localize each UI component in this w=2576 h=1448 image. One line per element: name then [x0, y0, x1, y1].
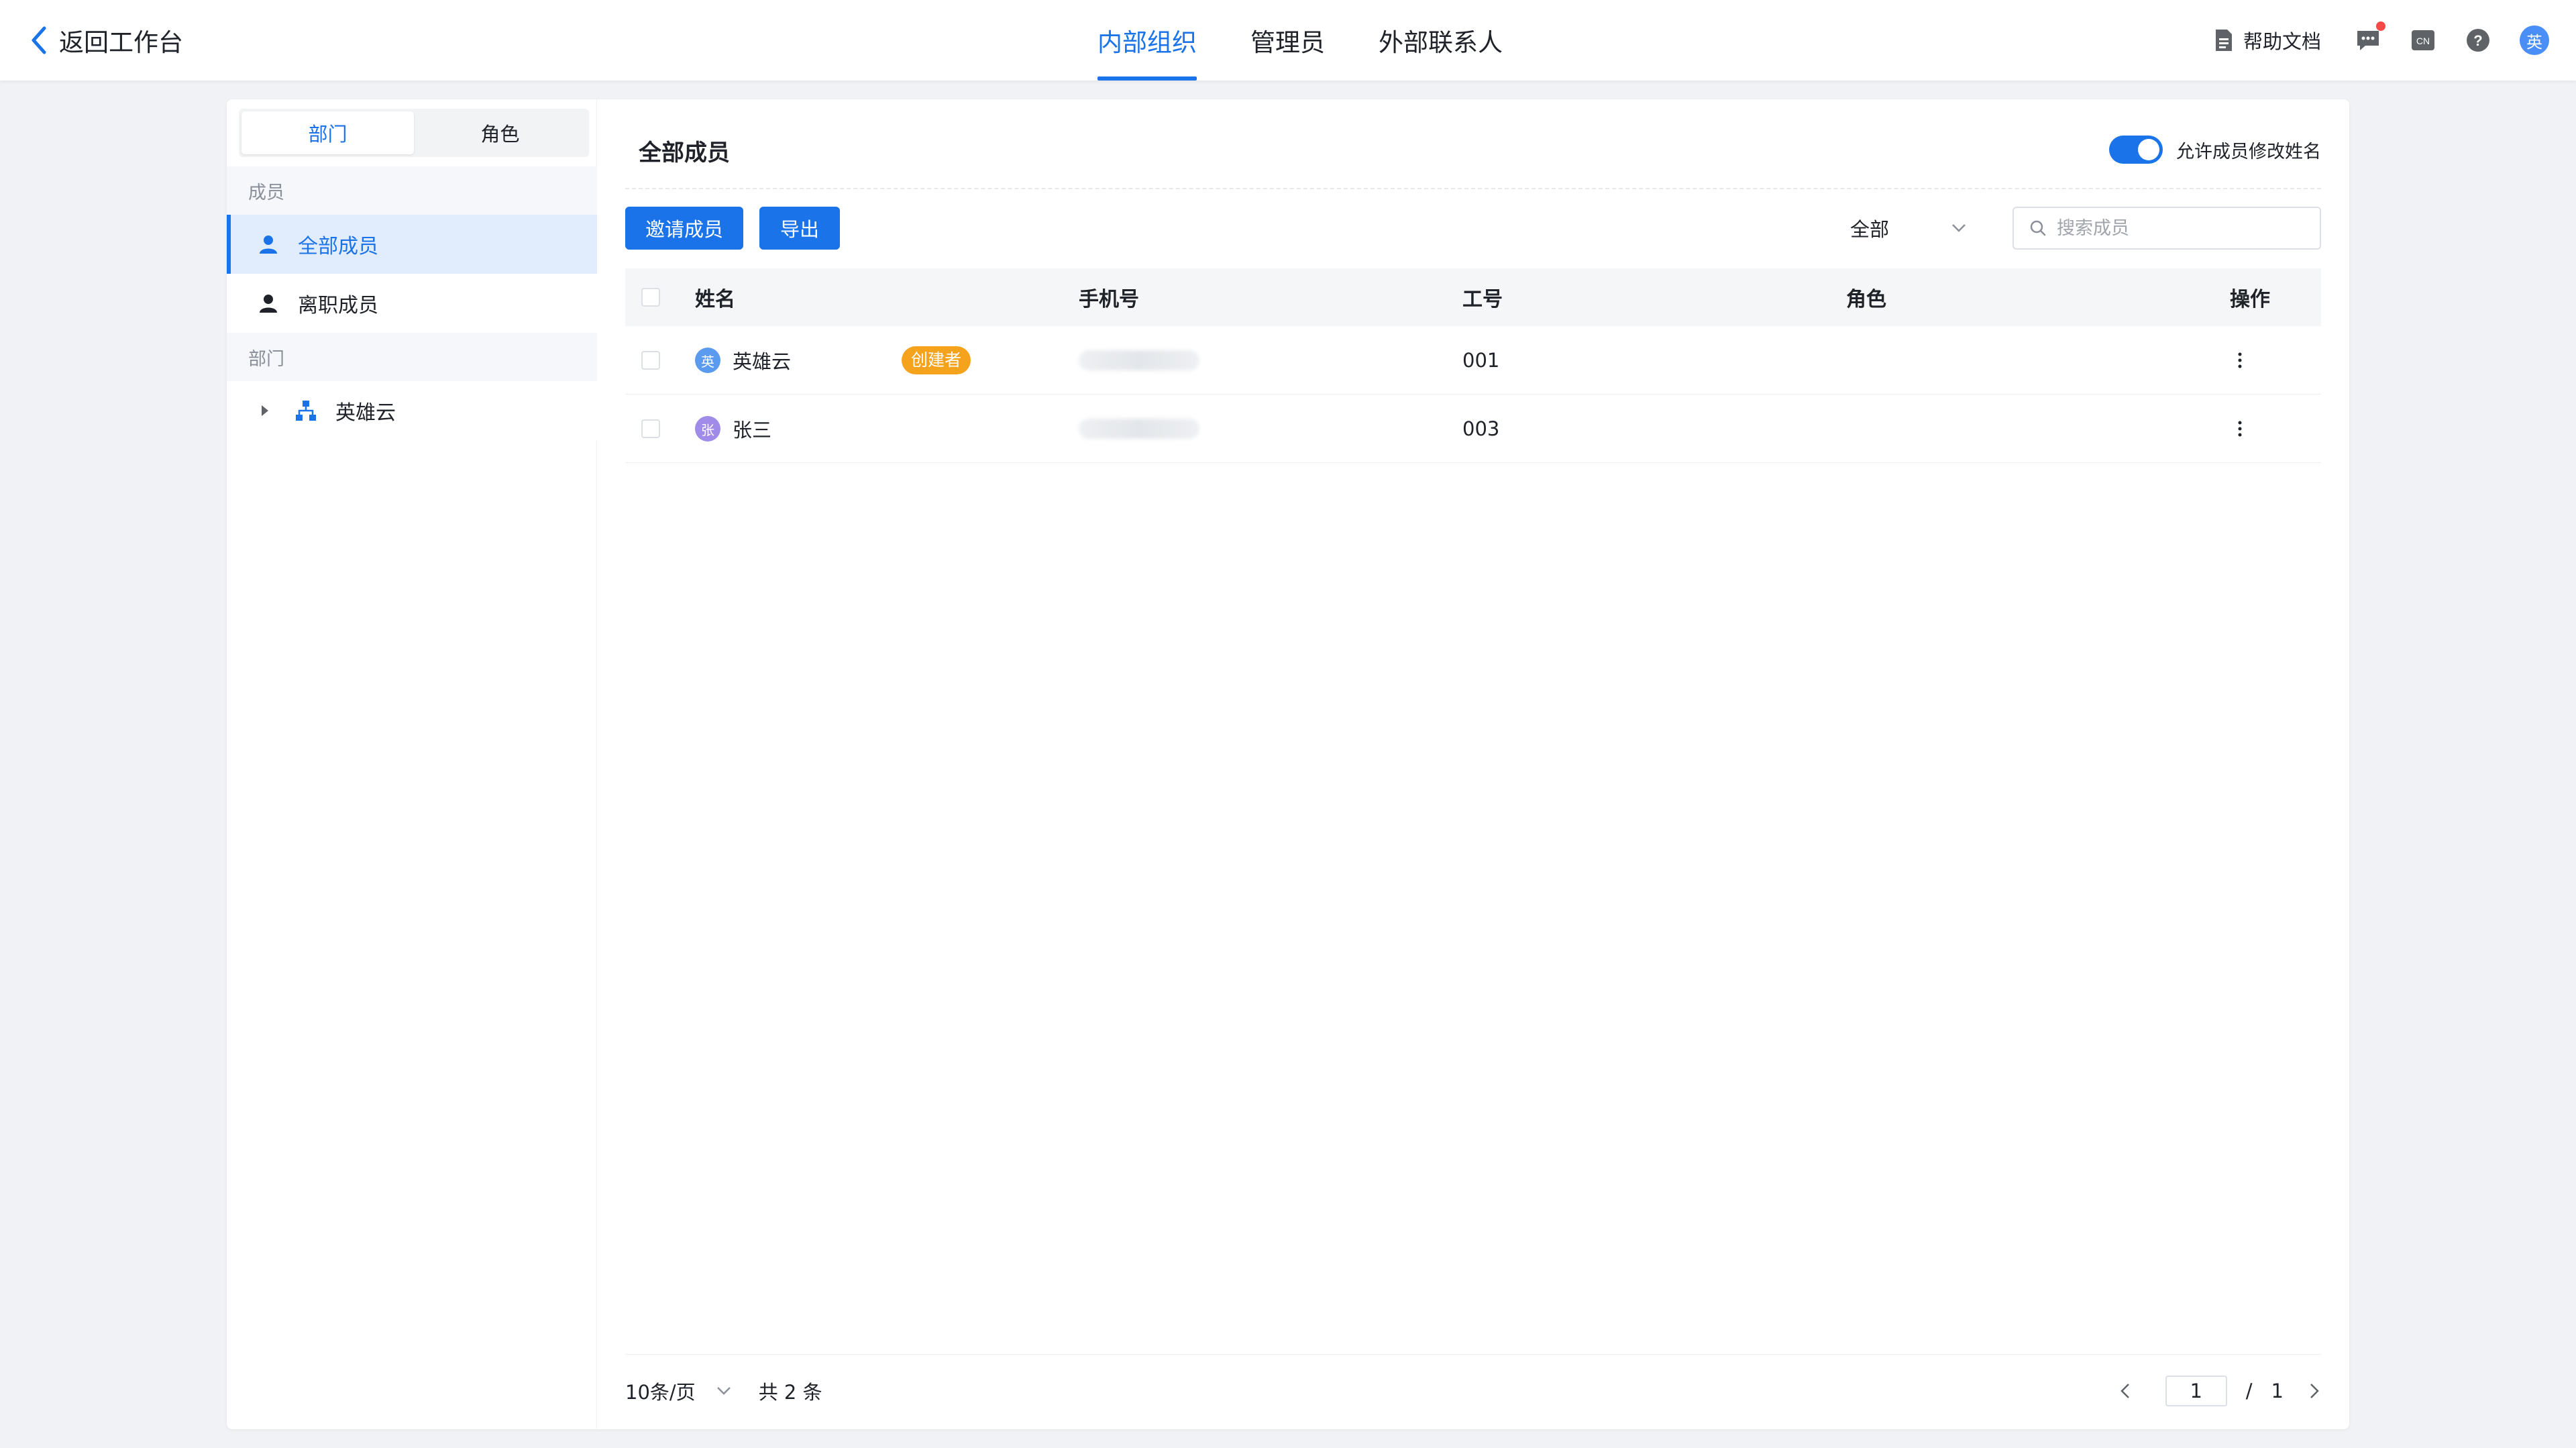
avatar: 英: [695, 348, 720, 373]
more-vertical-icon[interactable]: [2237, 419, 2243, 439]
sidebar: 部门 角色 成员 全部成员 离职成员 部门 英雄云: [227, 99, 597, 1429]
invite-member-button[interactable]: 邀请成员: [625, 207, 743, 250]
search-input[interactable]: [2057, 217, 2312, 239]
back-to-workbench-button[interactable]: 返回工作台: [30, 0, 183, 81]
members-group-label: 成员: [248, 182, 284, 203]
allow-rename-toggle[interactable]: [2109, 136, 2163, 164]
chevron-right-icon[interactable]: [2308, 1381, 2321, 1401]
chevron-left-icon: [32, 26, 46, 54]
column-header-actions: 操作: [2230, 288, 2270, 311]
language-icon: CN: [2412, 30, 2434, 50]
column-header-role: 角色: [1846, 288, 1886, 311]
phone-cell: [1079, 395, 1199, 463]
search-box: [2012, 207, 2321, 250]
message-button[interactable]: [2355, 21, 2385, 54]
total-pages: 1: [2271, 1380, 2284, 1402]
org-tree-icon: [296, 401, 316, 421]
sidebar-item-label: 全部成员: [298, 235, 378, 258]
allow-rename-setting: 允许成员修改姓名: [2109, 136, 2321, 164]
top-right-tools: 帮助文档 CN ? 英: [2214, 0, 2549, 81]
row-actions[interactable]: [2237, 395, 2243, 463]
top-bar: 返回工作台 内部组织 管理员 外部联系人 帮助文档 CN ? 英: [0, 0, 2576, 81]
total-count: 共 2 条: [758, 1381, 822, 1404]
page-size-value: 10条/页: [625, 1381, 696, 1404]
page-number-input[interactable]: 1: [2165, 1376, 2227, 1406]
segment-roles[interactable]: 角色: [414, 111, 586, 154]
tab-admins[interactable]: 管理员: [1250, 0, 1325, 81]
pagination-info: 10条/页 共 2 条: [625, 1374, 822, 1408]
column-header-phone: 手机号: [1079, 288, 1139, 311]
sidebar-item-all-members[interactable]: 全部成员: [227, 215, 597, 274]
row-actions[interactable]: [2237, 326, 2243, 395]
pager: 1 / 1: [2118, 1374, 2321, 1408]
page-size-select[interactable]: 10条/页: [625, 1377, 732, 1405]
column-header-name: 姓名: [695, 288, 735, 311]
back-label: 返回工作台: [59, 28, 183, 57]
member-name: 张三: [733, 419, 772, 442]
chevron-down-icon: [1952, 224, 1966, 232]
members-group: 成员 全部成员 离职成员 部门 英雄云: [227, 166, 597, 440]
name-cell: 英 英雄云: [695, 326, 791, 395]
chevron-down-icon: [716, 1387, 731, 1395]
table-header: 姓名 手机号 工号 角色 操作: [625, 268, 2321, 326]
chevron-left-icon[interactable]: [2118, 1381, 2132, 1401]
avatar: 张: [695, 416, 720, 442]
help-docs-label: 帮助文档: [2243, 30, 2321, 53]
search-icon: [2030, 220, 2046, 236]
allow-rename-label: 允许成员修改姓名: [2176, 141, 2321, 162]
question-icon: ?: [2467, 29, 2489, 52]
page-separator: /: [2245, 1380, 2253, 1402]
notification-dot: [2376, 21, 2385, 31]
svg-text:CN: CN: [2416, 36, 2430, 46]
help-button[interactable]: ?: [2465, 27, 2491, 54]
user-icon: [260, 236, 277, 254]
phone-redacted: [1079, 419, 1199, 439]
filter-value: 全部: [1850, 218, 1890, 241]
svg-text:?: ?: [2473, 32, 2482, 49]
job-no-cell: 003: [1462, 417, 1500, 440]
tab-external-contacts[interactable]: 外部联系人: [1379, 0, 1503, 81]
caret-right-icon[interactable]: [260, 403, 270, 418]
row-checkbox[interactable]: [641, 419, 660, 438]
creator-badge: 创建者: [902, 346, 971, 374]
tree-node-label: 英雄云: [335, 401, 396, 425]
column-header-job-no: 工号: [1462, 288, 1503, 311]
row-checkbox[interactable]: [641, 351, 660, 370]
content-panel: 全部成员 允许成员修改姓名 邀请成员 导出 全部 姓名 手机号 工号: [625, 99, 2321, 1429]
table-row[interactable]: 张 张三 003: [625, 395, 2321, 463]
phone-cell: [1079, 326, 1199, 395]
job-no-cell: 001: [1462, 349, 1500, 372]
more-vertical-icon[interactable]: [2237, 350, 2243, 370]
segment-departments[interactable]: 部门: [241, 111, 414, 154]
help-docs-button[interactable]: 帮助文档: [2214, 26, 2321, 54]
tree-node-yingxiongyun[interactable]: 英雄云: [227, 381, 597, 440]
name-cell: 张 张三: [695, 395, 771, 463]
department-group-label: 部门: [248, 348, 284, 370]
message-icon: [2357, 31, 2379, 50]
footer-divider: [625, 1354, 2321, 1355]
sidebar-segment-switch: 部门 角色: [239, 109, 589, 157]
divider: [625, 188, 2321, 189]
sidebar-item-label: 离职成员: [298, 294, 378, 317]
export-button[interactable]: 导出: [759, 207, 840, 250]
main-card: 部门 角色 成员 全部成员 离职成员 部门 英雄云 全部成员 允许成员修改姓名 …: [227, 99, 2349, 1429]
tab-internal-org[interactable]: 内部组织: [1097, 0, 1197, 81]
user-avatar[interactable]: 英: [2520, 25, 2549, 55]
main-tabs: 内部组织 管理员 外部联系人: [1097, 0, 1556, 81]
phone-redacted: [1079, 350, 1199, 370]
badge-cell: 创建者: [902, 326, 971, 395]
member-filter-select[interactable]: 全部: [1845, 207, 1972, 250]
language-button[interactable]: CN: [2410, 27, 2436, 54]
sidebar-item-departed-members[interactable]: 离职成员: [227, 274, 597, 333]
member-name: 英雄云: [733, 350, 792, 373]
table-row[interactable]: 英 英雄云 创建者 001: [625, 326, 2321, 395]
select-all-checkbox[interactable]: [641, 288, 660, 307]
user-icon: [260, 295, 277, 313]
page-title: 全部成员: [639, 140, 730, 166]
document-icon: [2215, 30, 2232, 51]
